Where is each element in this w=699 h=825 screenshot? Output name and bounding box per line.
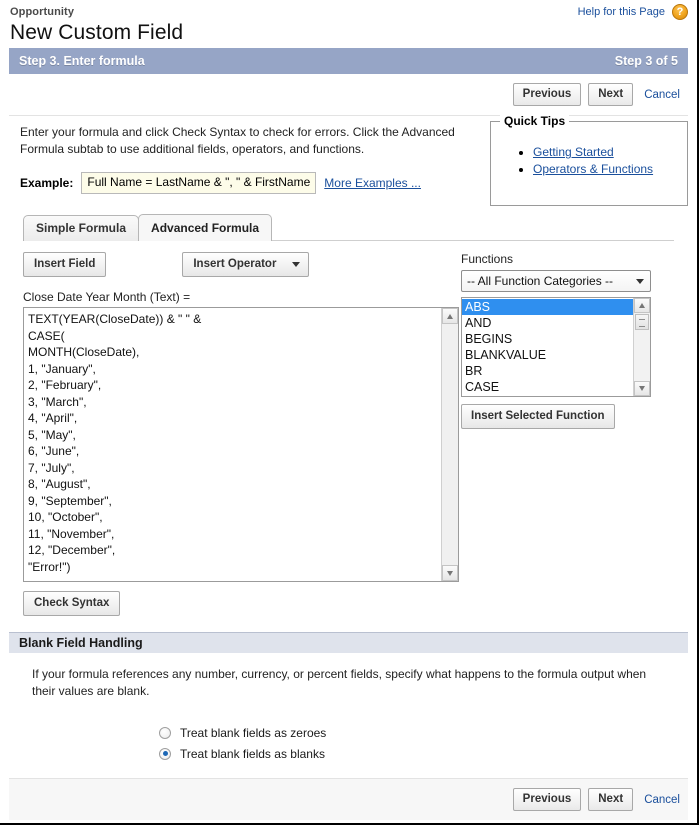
function-list-scrollbar[interactable] [633,298,650,396]
bottom-button-row: Previous Next Cancel [9,778,688,820]
quick-tips-list: Getting Started Operators & Functions [491,144,687,177]
blank-field-handling-header: Blank Field Handling [9,632,688,653]
previous-button-top[interactable]: Previous [512,83,582,106]
insert-field-button[interactable]: Insert Field [23,252,107,277]
formula-textarea-wrap [23,307,459,582]
quick-tips-box: Quick Tips Getting Started Operators & F… [490,114,688,206]
next-button-top[interactable]: Next [588,83,634,106]
page-header: Opportunity New Custom Field Help for th… [0,0,697,48]
more-examples-link[interactable]: More Examples ... [324,176,421,190]
step-banner: Step 3. Enter formula Step 3 of 5 [9,48,688,74]
step-title: Step 3. Enter formula [19,54,145,68]
quick-tip-link-operators-functions[interactable]: Operators & Functions [533,162,653,176]
cancel-link-bottom[interactable]: Cancel [640,794,680,806]
function-item-abs[interactable]: ABS [462,299,633,315]
functions-label: Functions [461,252,514,266]
quick-tips-legend: Quick Tips [500,114,570,128]
question-mark-icon[interactable]: ? [672,4,688,20]
quick-tip-link-getting-started[interactable]: Getting Started [533,145,614,159]
chevron-down-icon [636,278,644,284]
radio-treat-blank-as-zeroes[interactable] [159,726,171,739]
function-list: ABS AND BEGINS BLANKVALUE BR CASE [462,298,633,396]
formula-textarea[interactable] [24,308,442,581]
example-label: Example: [20,176,74,190]
chevron-down-icon [292,261,301,267]
help-for-this-page-link[interactable]: Help for this Page [578,6,665,18]
step-progress: Step 3 of 5 [614,54,678,68]
tab-simple-formula[interactable]: Simple Formula [23,215,140,241]
formula-scrollbar[interactable] [441,308,458,581]
function-listbox[interactable]: ABS AND BEGINS BLANKVALUE BR CASE [461,297,651,397]
scrollbar-thumb[interactable] [635,314,649,330]
formula-tabs: Simple Formula Advanced Formula [23,214,688,241]
scroll-up-arrow-icon[interactable] [442,308,458,324]
scroll-down-arrow-icon[interactable] [634,381,650,396]
insert-operator-label: Insert Operator [193,258,277,270]
cancel-link-top[interactable]: Cancel [640,89,680,101]
check-syntax-button[interactable]: Check Syntax [23,591,121,616]
radio-label-blanks[interactable]: Treat blank fields as blanks [180,747,325,761]
example-value: Full Name = LastName & ", " & FirstName [81,172,317,194]
next-button-bottom[interactable]: Next [588,788,634,811]
formula-editor-area: Insert Field Insert Operator Close Date … [23,252,688,616]
function-item-case[interactable]: CASE [462,379,633,395]
blank-field-radio-group: Treat blank fields as zeroes Treat blank… [9,722,688,764]
page-title: New Custom Field [10,21,184,44]
top-button-row: Previous Next Cancel [9,74,688,116]
radio-label-zeroes[interactable]: Treat blank fields as zeroes [180,726,326,740]
list-item[interactable]: Getting Started [533,144,687,160]
scroll-down-arrow-icon[interactable] [442,565,458,581]
function-category-select[interactable]: -- All Function Categories -- [461,270,651,292]
function-item-blankvalue[interactable]: BLANKVALUE [462,347,633,363]
new-custom-field-page: Opportunity New Custom Field Help for th… [0,0,699,825]
tab-advanced-formula[interactable]: Advanced Formula [138,214,273,241]
blank-field-handling-description: If your formula references any number, c… [32,667,647,698]
radio-row-zeroes[interactable]: Treat blank fields as zeroes [159,722,688,743]
insert-operator-button[interactable]: Insert Operator [182,252,310,277]
function-item-begins[interactable]: BEGINS [462,331,633,347]
function-item-br[interactable]: BR [462,363,633,379]
previous-button-bottom[interactable]: Previous [512,788,582,811]
insert-selected-function-button[interactable]: Insert Selected Function [461,404,615,429]
function-category-value: -- All Function Categories -- [467,274,614,288]
radio-row-blanks[interactable]: Treat blank fields as blanks [159,743,688,764]
functions-panel: Functions -- All Function Categories -- … [461,252,656,429]
list-item[interactable]: Operators & Functions [533,161,687,177]
blank-field-handling-body: If your formula references any number, c… [9,653,688,764]
formula-body: Enter your formula and click Check Synta… [9,114,688,616]
radio-treat-blank-as-blanks[interactable] [159,747,171,760]
intro-text: Enter your formula and click Check Synta… [20,125,455,156]
scroll-up-arrow-icon[interactable] [634,298,650,313]
function-item-and[interactable]: AND [462,315,633,331]
